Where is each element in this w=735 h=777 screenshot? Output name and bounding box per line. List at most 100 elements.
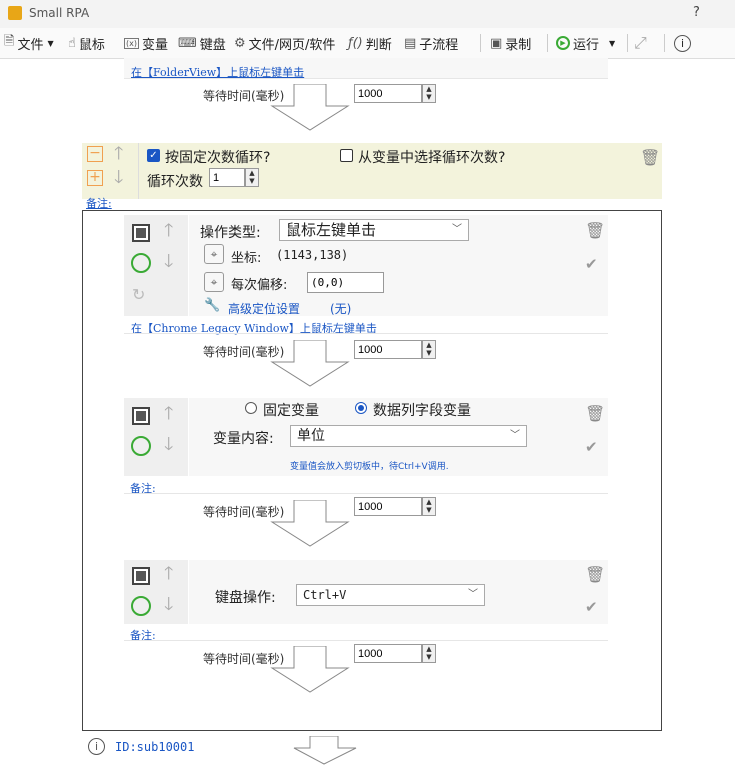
subflow-label: 子流程 (419, 37, 459, 53)
help-button[interactable]: ? (693, 5, 700, 20)
wait-time-spinner[interactable]: ▲ ▼ (422, 84, 436, 103)
file-menu-button[interactable]: 🗎 文件 ▼ (4, 33, 54, 53)
move-up-icon[interactable]: 🡑 (164, 222, 173, 240)
coord-value: (1143,138) (276, 248, 349, 262)
variable-icon: (x) (124, 37, 139, 49)
info-button[interactable]: i (674, 33, 691, 53)
chevron-down-icon: ▼ (609, 38, 616, 48)
keyboard-op-select[interactable]: Ctrl+V ﹀ (296, 584, 485, 606)
app-logo-icon (8, 6, 22, 20)
toolbar-divider (627, 34, 628, 52)
mouse-icon: ☝ (68, 35, 76, 51)
chevron-down-icon: ﹀ (452, 224, 462, 235)
loop-count-input[interactable] (209, 168, 245, 187)
wait-time-input[interactable] (354, 497, 422, 516)
chevron-down-icon: ﹀ (468, 589, 478, 600)
subflow-button[interactable]: ▤ 子流程 (404, 33, 458, 53)
test-run-icon[interactable]: ✔ (585, 438, 598, 456)
wait-time-input[interactable] (354, 340, 422, 359)
select-step-icon[interactable] (132, 407, 150, 425)
test-run-icon[interactable]: ✔ (585, 598, 598, 616)
play-icon: ▶ (556, 36, 570, 50)
mouse-button[interactable]: ☝ 鼠标 (68, 33, 105, 53)
retry-icon[interactable]: ↻ (132, 285, 145, 304)
fullscreen-button[interactable]: ⤢ (634, 33, 647, 53)
toolbar-divider (664, 34, 665, 52)
keyboard-op-label: 键盘操作: (215, 590, 276, 606)
keyboard-button[interactable]: ⌨ 键盘 (178, 33, 226, 53)
delete-icon[interactable]: 🗑 (585, 404, 605, 423)
web-button[interactable]: ⚙ 文件/网页/软件 (234, 33, 335, 53)
loop-count-label: 循环次数 (147, 174, 203, 190)
record-icon: ▣ (490, 35, 503, 51)
title-bar: Small RPA ? (0, 0, 735, 28)
loop-count-spinner[interactable]: ▲ ▼ (245, 168, 259, 187)
variable-button[interactable]: (x) 变量 (124, 33, 168, 53)
delete-icon[interactable]: 🗑 (585, 565, 605, 584)
expand-icon[interactable]: + (87, 170, 103, 186)
keyboard-op-value: Ctrl+V (303, 588, 347, 602)
wait-time-label: 等待时间(毫秒) (203, 345, 285, 359)
fixed-loop-label: 按固定次数循环? (165, 150, 271, 166)
wait-time-spinner[interactable]: ▲ ▼ (422, 340, 436, 359)
move-up-icon[interactable]: 🡑 (114, 145, 123, 163)
variable-content-select[interactable]: 单位 ﹀ (290, 425, 527, 447)
wrench-icon: 🔧 (204, 298, 221, 313)
divider (124, 333, 608, 334)
web-label: 文件/网页/软件 (248, 37, 336, 53)
record-button[interactable]: ▣ 录制 (490, 33, 531, 53)
enable-toggle-icon[interactable] (131, 436, 151, 456)
info-icon: i (674, 34, 691, 52)
move-down-icon[interactable]: 🡓 (164, 436, 173, 454)
move-up-icon[interactable]: 🡑 (164, 405, 173, 423)
info-icon: i (88, 738, 105, 755)
file-icon: 🗎 (4, 34, 15, 49)
move-down-icon[interactable]: 🡓 (164, 253, 173, 271)
radio-fixed-variable[interactable] (245, 402, 257, 414)
enable-toggle-icon[interactable] (131, 253, 151, 273)
select-step-icon[interactable] (132, 567, 150, 585)
file-label: 文件 (17, 37, 44, 53)
subflow-icon: ▤ (404, 35, 417, 51)
wait-time-spinner[interactable]: ▲ ▼ (422, 497, 436, 516)
from-var-label: 从变量中选择循环次数? (358, 150, 506, 166)
from-var-checkbox[interactable] (340, 149, 353, 162)
move-down-icon[interactable]: 🡓 (164, 596, 173, 614)
op-type-label: 操作类型: (200, 225, 261, 241)
radio-column-label: 数据列字段变量 (373, 403, 471, 419)
radio-column-variable[interactable] (355, 402, 367, 414)
flow-arrow-icon (292, 736, 358, 766)
move-down-icon[interactable]: 🡓 (114, 169, 123, 187)
judge-button[interactable]: ƒ() 判断 (348, 33, 392, 53)
toolbar: 🗎 文件 ▼ ☝ 鼠标 (x) 变量 ⌨ 键盘 ⚙ 文件/网页/软件 ƒ() 判… (0, 28, 735, 59)
move-up-icon[interactable]: 🡑 (164, 565, 173, 583)
crosshair-icon[interactable]: ⌖ (204, 244, 224, 264)
offset-input[interactable] (307, 272, 384, 293)
advanced-location-link[interactable]: 高级定位设置 (228, 300, 300, 317)
toolbar-divider (547, 34, 548, 52)
delete-icon[interactable]: 🗑 (640, 148, 660, 167)
keyboard-icon: ⌨ (178, 35, 197, 51)
chevron-down-icon: ▼ (47, 38, 54, 48)
clipboard-hint: 变量值会放入剪切板中，待Ctrl+V调用. (290, 462, 449, 472)
run-button[interactable]: ▶ 运行 ▼ (556, 33, 615, 53)
collapse-icon[interactable]: − (87, 146, 103, 162)
flow-arrow-icon (270, 84, 350, 132)
variable-content-value: 单位 (297, 428, 325, 444)
delete-icon[interactable]: 🗑 (585, 221, 605, 240)
coord-label: 坐标: (231, 251, 262, 266)
note-link[interactable]: 备注: (86, 195, 112, 211)
wait-time-label: 等待时间(毫秒) (203, 652, 285, 666)
select-step-icon[interactable] (132, 224, 150, 242)
test-run-icon[interactable]: ✔ (585, 255, 598, 273)
wait-time-input[interactable] (354, 644, 422, 663)
step-link[interactable]: 在【FolderView】上鼠标左键单击 (131, 64, 304, 80)
op-type-select[interactable]: 鼠标左键单击 ﹀ (279, 219, 469, 241)
mouse-label: 鼠标 (78, 37, 105, 53)
wait-time-spinner[interactable]: ▲ ▼ (422, 644, 436, 663)
fixed-loop-checkbox[interactable]: ✓ (147, 149, 160, 162)
wait-time-input[interactable] (354, 84, 422, 103)
web-icon: ⚙ (234, 35, 246, 51)
crosshair-icon[interactable]: ⌖ (204, 272, 224, 292)
enable-toggle-icon[interactable] (131, 596, 151, 616)
